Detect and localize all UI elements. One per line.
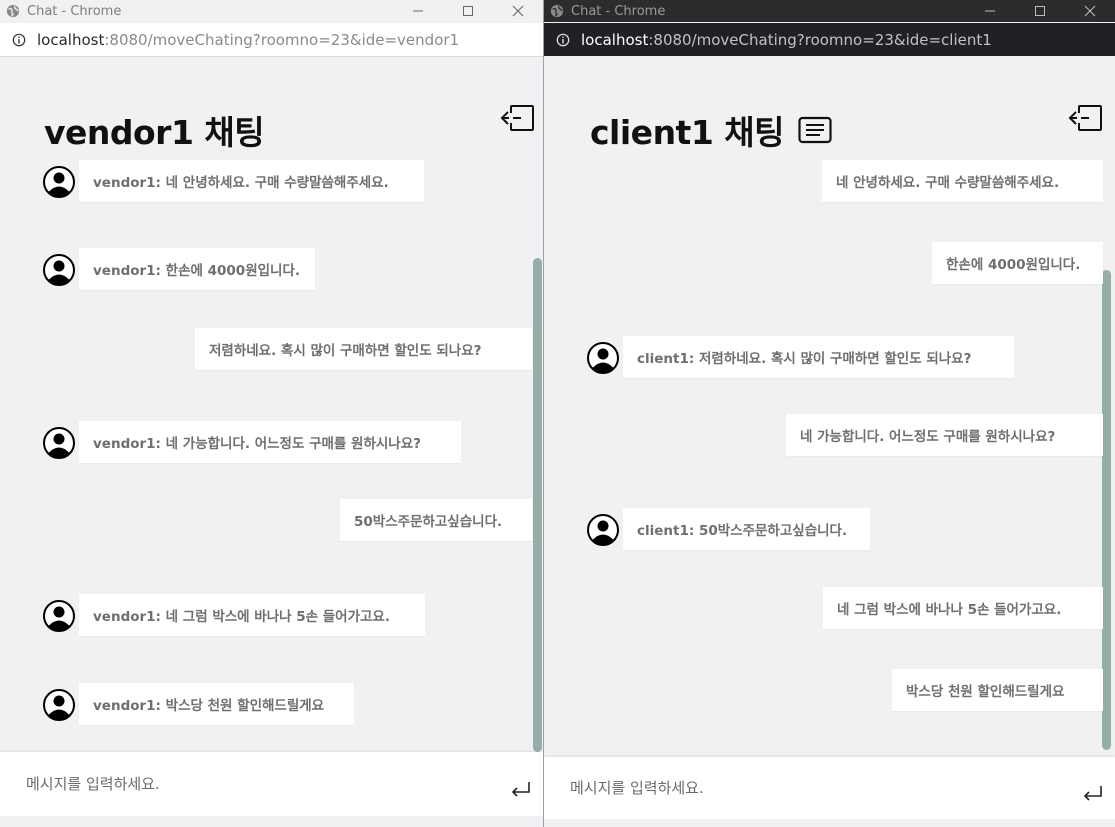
message-bubble: 네 그럼 박스에 바나나 5손 들어가고요.	[823, 587, 1103, 629]
exit-icon[interactable]	[499, 104, 535, 132]
menu-icon[interactable]	[798, 116, 832, 144]
user-avatar-icon	[587, 342, 619, 374]
scrollbar-thumb[interactable]	[1102, 270, 1111, 750]
message-bubble: vendor1: 네 안녕하세요. 구매 수량말씀해주세요.	[79, 160, 424, 202]
address-bar[interactable]: localhost:8080/moveChating?roomno=23&ide…	[544, 23, 1115, 56]
close-icon	[512, 5, 524, 17]
enter-icon[interactable]	[509, 779, 533, 799]
title-bar: Chat - Chrome	[544, 0, 1115, 22]
url-host: localhost	[581, 30, 649, 49]
message-input[interactable]	[568, 757, 992, 819]
page-title: client1 채팅	[590, 113, 785, 152]
message-composer	[544, 757, 1115, 819]
message-bubble: vendor1: 박스당 천원 할인해드릴게요	[79, 683, 354, 725]
message-bubble: client1: 50박스주문하고싶습니다.	[623, 508, 870, 550]
message-bubble: 한손에 4000원입니다.	[932, 242, 1103, 284]
title-bar: Chat - Chrome	[0, 0, 543, 22]
maximize-icon	[1035, 6, 1045, 16]
message-bubble: vendor1: 네 가능합니다. 어느정도 구매를 원하시나요?	[79, 421, 461, 463]
close-button[interactable]	[493, 0, 543, 22]
globe-icon	[550, 4, 564, 18]
message-composer	[0, 752, 543, 816]
close-icon	[1084, 5, 1096, 17]
url-path: :8080/moveChating?roomno=23&ide=client1	[648, 30, 992, 49]
minimize-button[interactable]	[965, 0, 1015, 22]
info-icon[interactable]	[12, 33, 26, 47]
message-bubble: 박스당 천원 할인해드릴게요	[892, 669, 1103, 711]
user-avatar-icon	[43, 427, 75, 459]
page-title: vendor1 채팅	[44, 113, 265, 152]
address-bar[interactable]: localhost:8080/moveChating?roomno=23&ide…	[0, 23, 543, 57]
page-title-row: client1 채팅	[590, 106, 832, 154]
minimize-icon	[413, 10, 423, 12]
minimize-icon	[985, 10, 995, 12]
message-bubble: 네 안녕하세요. 구매 수량말씀해주세요.	[822, 160, 1103, 202]
scrollbar-thumb[interactable]	[533, 258, 542, 752]
exit-icon[interactable]	[1067, 104, 1103, 132]
globe-icon	[6, 4, 20, 18]
url-host: localhost	[37, 30, 105, 49]
user-avatar-icon	[587, 514, 619, 546]
vendor-chat-window: Chat - Chrome localhost:8080/moveChating…	[0, 0, 543, 827]
minimize-button[interactable]	[393, 0, 443, 22]
window-title: Chat - Chrome	[571, 3, 666, 19]
close-button[interactable]	[1065, 0, 1115, 22]
message-input[interactable]	[24, 752, 448, 816]
user-avatar-icon	[43, 254, 75, 286]
message-bubble: vendor1: 네 그럼 박스에 바나나 5손 들어가고요.	[79, 594, 425, 636]
user-avatar-icon	[43, 166, 75, 198]
message-bubble: 50박스주문하고싶습니다.	[340, 499, 532, 541]
window-title: Chat - Chrome	[27, 3, 122, 19]
message-bubble: client1: 저렴하네요. 혹시 많이 구매하면 할인도 되나요?	[623, 336, 1014, 378]
client-chat-window: Chat - Chrome localhost:8080/moveChating…	[543, 0, 1115, 827]
message-bubble: 네 가능합니다. 어느정도 구매를 원하시나요?	[786, 414, 1103, 456]
maximize-button[interactable]	[443, 0, 493, 22]
info-icon[interactable]	[556, 33, 570, 47]
user-avatar-icon	[43, 600, 75, 632]
enter-icon[interactable]	[1081, 783, 1105, 803]
url-path: :8080/moveChating?roomno=23&ide=vendor1	[104, 30, 460, 49]
message-bubble: vendor1: 한손에 4000원입니다.	[79, 248, 315, 290]
maximize-icon	[463, 6, 473, 16]
maximize-button[interactable]	[1015, 0, 1065, 22]
user-avatar-icon	[43, 689, 75, 721]
message-bubble: 저렴하네요. 혹시 많이 구매하면 할인도 되나요?	[195, 328, 532, 370]
